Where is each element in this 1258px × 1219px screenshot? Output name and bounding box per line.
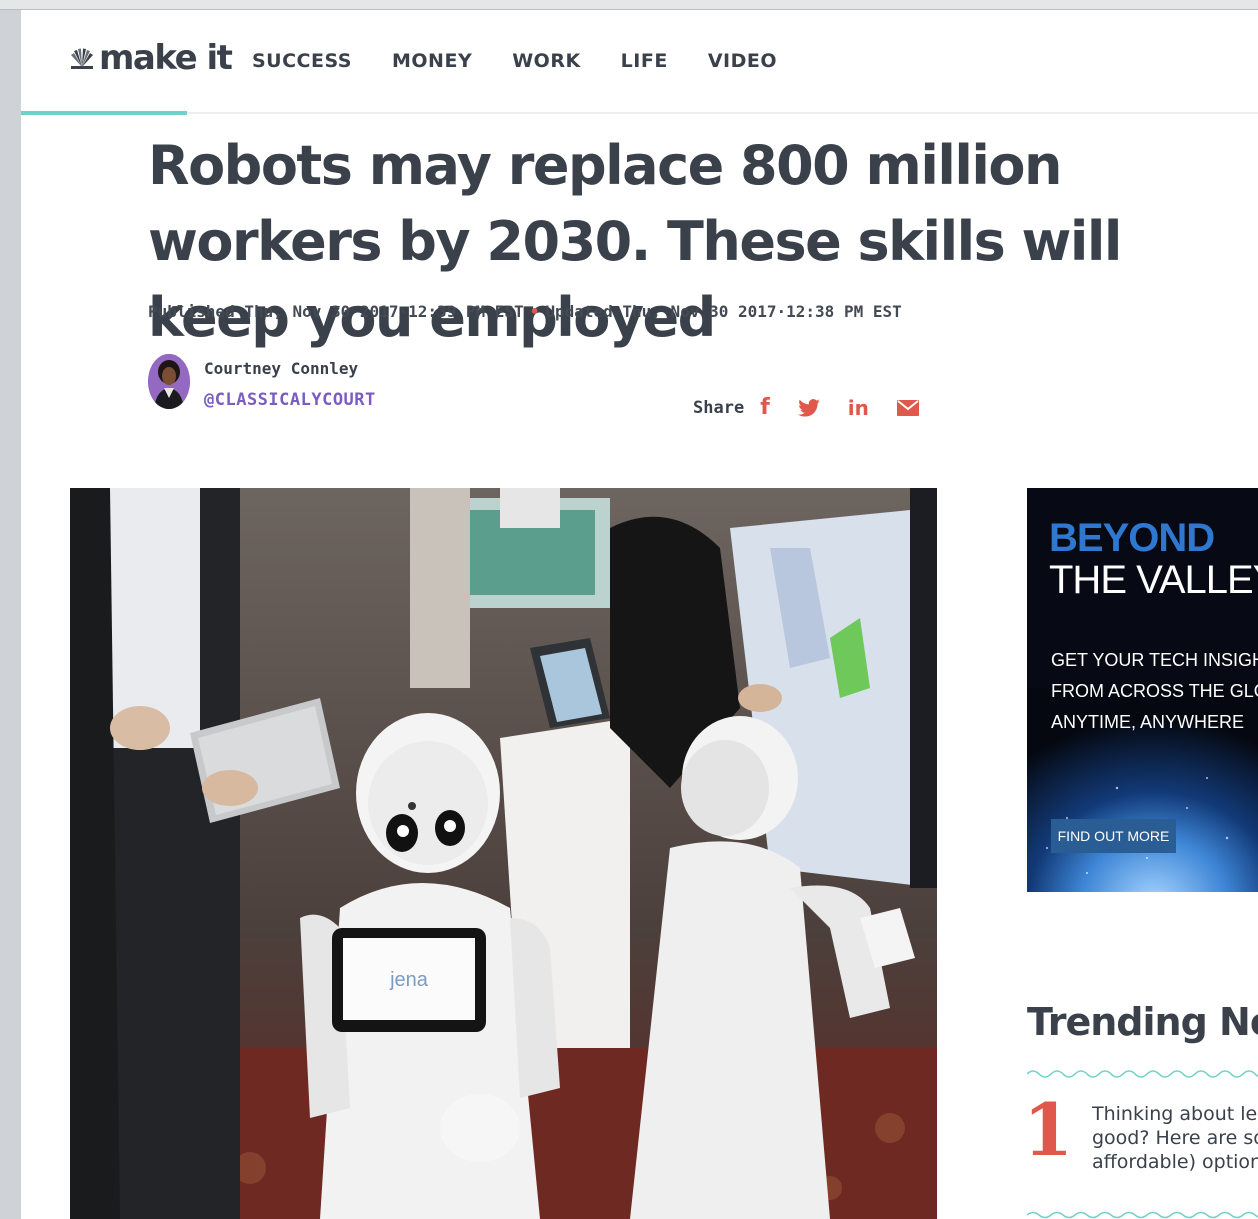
nav-divider — [21, 112, 1258, 114]
trending-item-link[interactable]: Thinking about le good? Here are so affo… — [1092, 1102, 1258, 1174]
facebook-icon[interactable]: f — [760, 395, 770, 420]
nav-item-work[interactable]: WORK — [512, 50, 580, 72]
logo-text: make it — [99, 38, 233, 78]
author-name[interactable]: Courtney Connley — [204, 359, 358, 378]
trending-now-heading: Trending Now — [1027, 1000, 1258, 1044]
ad-body-line: GET YOUR TECH INSIGHT — [1051, 650, 1258, 670]
ad-body-line: FROM ACROSS THE GLO — [1051, 681, 1258, 701]
author-avatar[interactable] — [148, 354, 190, 409]
article-headline: Robots may replace 800 million workers b… — [148, 134, 1122, 349]
nav-item-video[interactable]: VIDEO — [708, 50, 777, 72]
updated-date: Updated Thu, Nov 30 2017·12:38 PM EST — [545, 302, 902, 321]
trending-item-line: affordable) option — [1092, 1151, 1258, 1173]
trending-rank: 1 — [1023, 1087, 1074, 1172]
published-date: Published Thu, Nov 30 2017·12:39 PM EST — [148, 302, 524, 321]
section-nav: SUCCESS MONEY WORK LIFE VIDEO — [252, 50, 817, 72]
nav-accent-bar — [21, 111, 187, 115]
top-navigation: make it SUCCESS MONEY WORK LIFE VIDEO — [21, 10, 1258, 115]
make-it-logo[interactable]: make it — [69, 38, 233, 78]
hero-image: jena — [70, 488, 937, 1219]
ad-body-line: ANYTIME, ANYWHERE — [1051, 712, 1245, 732]
email-icon[interactable] — [896, 399, 919, 416]
trending-item-line: Thinking about le — [1092, 1103, 1258, 1125]
nav-item-life[interactable]: LIFE — [621, 50, 668, 72]
author-photo — [148, 354, 190, 409]
robots-expo-photo: jena — [70, 488, 937, 1219]
share-label: Share — [693, 397, 745, 418]
ad-title-line1: BEYOND — [1049, 516, 1215, 560]
tablet-screen-text: jena — [389, 969, 429, 991]
nav-item-money[interactable]: MONEY — [392, 50, 472, 72]
trending-item-line: good? Here are so — [1092, 1127, 1258, 1149]
article-timestamps: Published Thu, Nov 30 2017·12:39 PM EST •… — [148, 302, 902, 321]
find-out-more-button[interactable]: FIND OUT MORE — [1051, 819, 1176, 853]
share-bar: Share f in — [693, 395, 947, 420]
linkedin-icon[interactable]: in — [848, 396, 869, 420]
separator-dot: • — [529, 302, 540, 321]
beyond-the-valley-ad[interactable]: BEYOND THE VALLEY GET YOUR TECH INSIGHT … — [1027, 488, 1258, 892]
nbc-peacock-icon — [71, 48, 93, 69]
wavy-divider-bottom — [1027, 1211, 1258, 1219]
twitter-icon[interactable] — [797, 398, 820, 417]
wavy-divider — [1027, 1070, 1258, 1078]
author-twitter-handle[interactable]: @CLASSICALYCOURT — [204, 390, 376, 410]
article-page: make it SUCCESS MONEY WORK LIFE VIDEO Ro… — [21, 10, 1258, 1219]
ad-title-line2: THE VALLEY — [1049, 558, 1258, 602]
ad-body: GET YOUR TECH INSIGHT FROM ACROSS THE GL… — [1051, 645, 1258, 738]
browser-top-bar — [0, 0, 1258, 10]
nav-item-success[interactable]: SUCCESS — [252, 50, 352, 72]
